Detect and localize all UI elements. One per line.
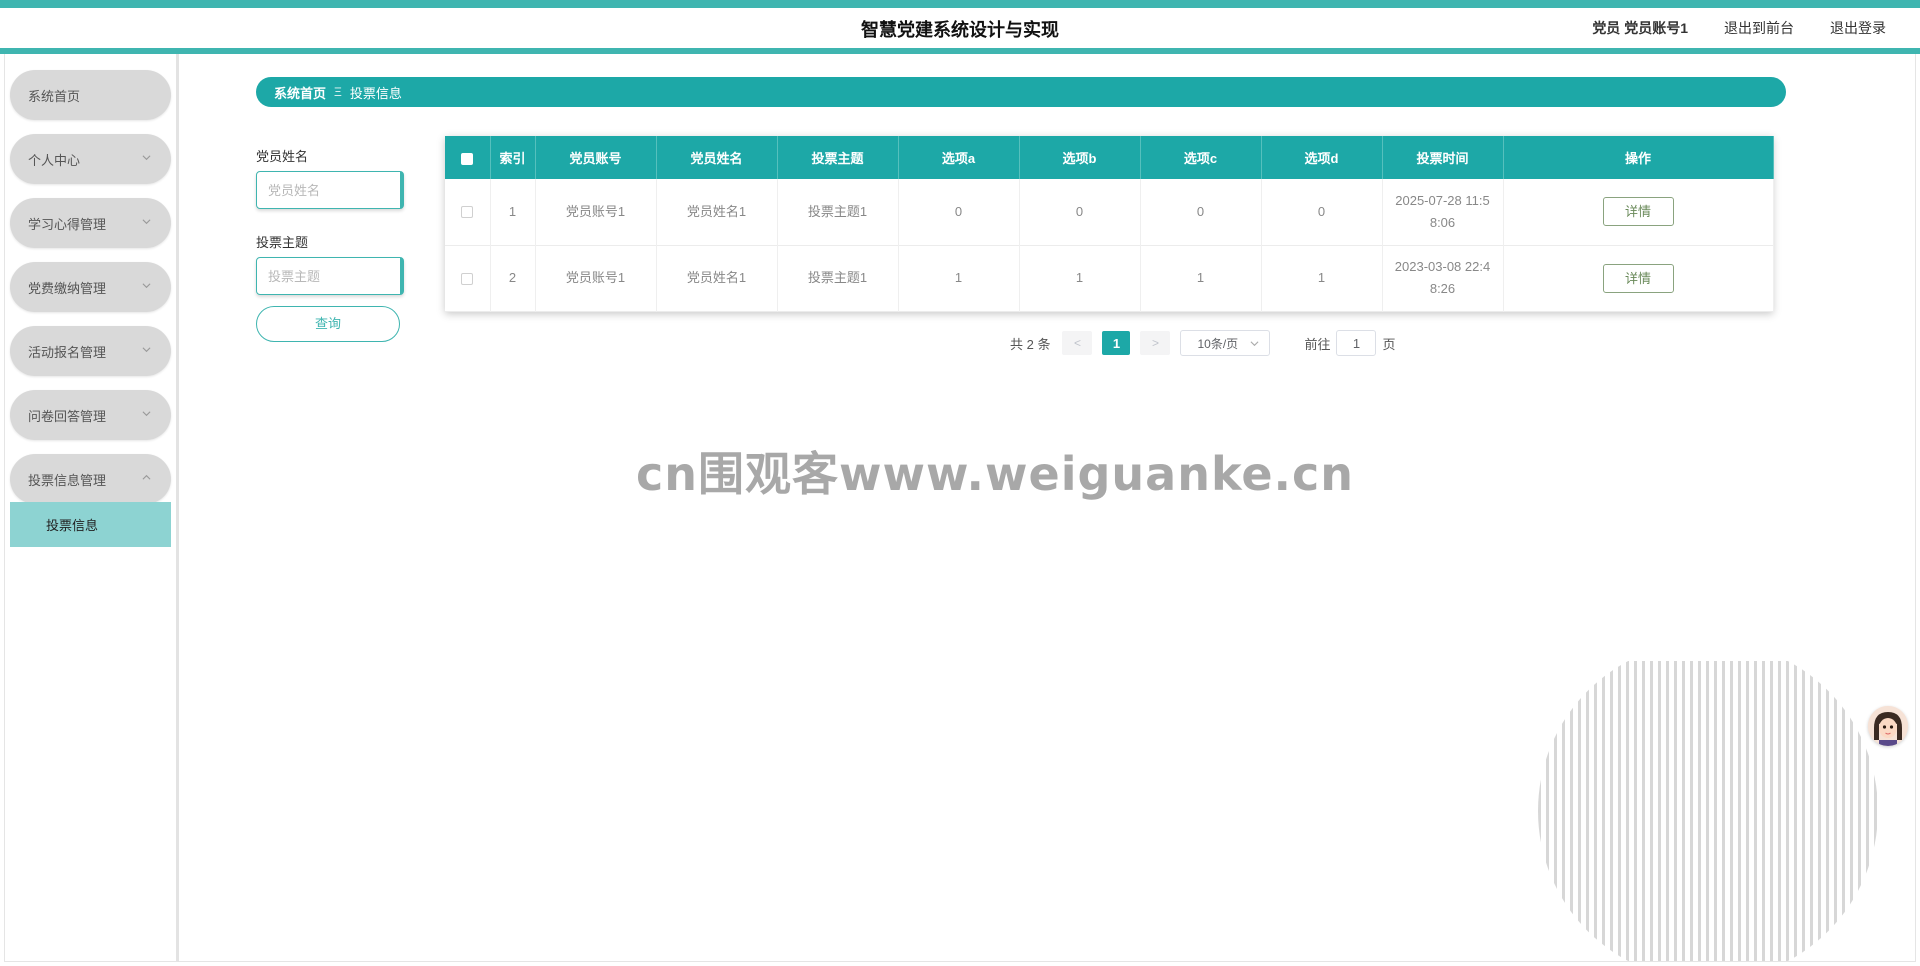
vote-time-line: 8:06 <box>1429 214 1456 230</box>
cell-option-b: 1 <box>1019 245 1141 311</box>
page-size-value: 10条/页 <box>1197 336 1239 351</box>
sidebar-item-personal-center[interactable]: 个人中心 <box>10 134 171 184</box>
logout-link[interactable]: 退出登录 <box>1830 18 1886 38</box>
table-header-row: 索引 党员账号 党员姓名 投票主题 选项a 选项b 选项c 选项d 投票时间 操… <box>445 136 1774 179</box>
breadcrumb-home[interactable]: 系统首页 <box>274 83 326 102</box>
page-size-select[interactable]: 10条/页 <box>1180 330 1271 356</box>
decorative-striped-circle <box>1538 661 1878 961</box>
cell-option-b: 0 <box>1019 179 1141 245</box>
sidebar-item-label: 学习心得管理 <box>28 216 107 232</box>
pagination: 共 2 条 < 1 > 10条/页 前往 页 <box>1010 330 1396 356</box>
row-select-cell <box>445 245 491 311</box>
select-all-cell <box>445 136 491 179</box>
page-number-button[interactable]: 1 <box>1102 331 1131 355</box>
goto-page-input[interactable] <box>1336 330 1377 356</box>
row-checkbox[interactable] <box>461 206 474 219</box>
cell-option-d: 1 <box>1261 245 1383 311</box>
column-header: 投票主题 <box>777 136 899 179</box>
chevron-down-icon <box>142 219 151 225</box>
sidebar-item-label: 党费缴纳管理 <box>28 280 107 296</box>
breadcrumb-separator: Ξ <box>334 85 342 99</box>
chevron-down-icon <box>142 347 151 353</box>
back-to-front-link[interactable]: 退出到前台 <box>1724 18 1794 38</box>
current-user-label: 党员 党员账号1 <box>1592 20 1688 36</box>
sidebar: 系统首页 个人中心 学习心得管理 党费缴纳管理 活动报名管理 问卷回答管理 投票… <box>4 54 179 962</box>
sidebar-item-vote-management[interactable]: 投票信息管理 <box>10 454 171 504</box>
cell-vote-time: 2023-03-08 22:4 8:26 <box>1382 245 1504 311</box>
detail-button[interactable]: 详情 <box>1602 197 1674 227</box>
chevron-down-icon <box>142 155 151 161</box>
column-header: 选项b <box>1019 136 1141 179</box>
breadcrumb: 系统首页 Ξ 投票信息 <box>256 77 1786 107</box>
sidebar-item-activity-signup[interactable]: 活动报名管理 <box>10 326 171 376</box>
watermark-text: cn围观客www.weiguanke.cn <box>636 447 1355 501</box>
row-checkbox[interactable] <box>461 272 474 285</box>
cell-account: 党员账号1 <box>535 245 657 311</box>
cell-action: 详情 <box>1503 179 1774 245</box>
cell-index: 2 <box>490 245 536 311</box>
top-right-actions: 党员 党员账号1 退出到前台 退出登录 <box>1592 18 1886 38</box>
assistant-avatar[interactable] <box>1868 706 1908 746</box>
column-header: 选项c <box>1140 136 1262 179</box>
column-header: 选项a <box>898 136 1020 179</box>
cell-option-c: 0 <box>1140 179 1262 245</box>
chevron-up-icon <box>142 474 151 480</box>
name-search-input[interactable] <box>256 171 404 209</box>
pagination-total: 共 2 条 <box>1010 336 1051 352</box>
query-button[interactable]: 查询 <box>256 306 400 342</box>
cell-action: 详情 <box>1503 245 1774 311</box>
cell-name: 党员姓名1 <box>656 179 778 245</box>
cell-vote-time: 2025-07-28 11:5 8:06 <box>1382 179 1504 245</box>
vote-time-line: 2025-07-28 11:5 <box>1395 192 1490 208</box>
sidebar-item-label: 系统首页 <box>28 88 81 104</box>
select-all-checkbox[interactable] <box>461 152 474 165</box>
detail-button[interactable]: 详情 <box>1602 263 1674 293</box>
topic-field-label: 投票主题 <box>256 235 309 250</box>
breadcrumb-current: 投票信息 <box>349 85 402 101</box>
column-header: 投票时间 <box>1382 136 1504 179</box>
row-select-cell <box>445 179 491 245</box>
table-row: 1 党员账号1 党员姓名1 投票主题1 0 0 0 0 2025-07-28 1… <box>445 179 1774 245</box>
avatar-face-icon <box>1868 706 1908 746</box>
chevron-down-icon <box>142 283 151 289</box>
cell-topic: 投票主题1 <box>777 179 899 245</box>
cell-account: 党员账号1 <box>535 179 657 245</box>
sidebar-subitem-label: 投票信息 <box>46 518 99 533</box>
table-row: 2 党员账号1 党员姓名1 投票主题1 1 1 1 1 2023-03-08 2… <box>445 245 1774 311</box>
sidebar-item-label: 个人中心 <box>28 152 81 168</box>
page-suffix: 页 <box>1382 336 1396 352</box>
top-bar: 智慧党建系统设计与实现 党员 党员账号1 退出到前台 退出登录 <box>0 0 1920 54</box>
column-header: 操作 <box>1503 136 1774 179</box>
chevron-down-icon <box>142 411 151 417</box>
cell-option-a: 0 <box>898 179 1020 245</box>
goto-label: 前往 <box>1304 336 1331 352</box>
sidebar-item-label: 活动报名管理 <box>28 344 107 360</box>
cell-option-a: 1 <box>898 245 1020 311</box>
next-page-button[interactable]: > <box>1140 331 1171 355</box>
column-header: 党员姓名 <box>656 136 778 179</box>
column-header: 选项d <box>1261 136 1383 179</box>
topic-search-input[interactable] <box>256 257 404 295</box>
sidebar-subitem-vote-info[interactable]: 投票信息 <box>10 502 171 547</box>
vote-time-line: 2023-03-08 22:4 <box>1394 259 1491 274</box>
column-header: 索引 <box>490 136 536 179</box>
column-header: 党员账号 <box>535 136 657 179</box>
sidebar-item-party-fees[interactable]: 党费缴纳管理 <box>10 262 171 312</box>
cell-option-d: 0 <box>1261 179 1383 245</box>
sidebar-item-home[interactable]: 系统首页 <box>10 70 171 120</box>
cell-option-c: 1 <box>1140 245 1262 311</box>
cell-name: 党员姓名1 <box>656 245 778 311</box>
sidebar-item-questionnaire[interactable]: 问卷回答管理 <box>10 390 171 440</box>
prev-page-button[interactable]: < <box>1062 331 1093 355</box>
vote-table: 索引 党员账号 党员姓名 投票主题 选项a 选项b 选项c 选项d 投票时间 操… <box>445 136 1774 312</box>
sidebar-item-label: 投票信息管理 <box>28 472 107 488</box>
vote-time-line: 8:26 <box>1429 281 1456 296</box>
cell-index: 1 <box>490 179 536 245</box>
sidebar-item-study-notes[interactable]: 学习心得管理 <box>10 198 171 248</box>
sidebar-item-label: 问卷回答管理 <box>28 408 107 424</box>
name-field-label: 党员姓名 <box>256 149 309 164</box>
cell-topic: 投票主题1 <box>777 245 899 311</box>
chevron-down-icon <box>1250 341 1259 347</box>
